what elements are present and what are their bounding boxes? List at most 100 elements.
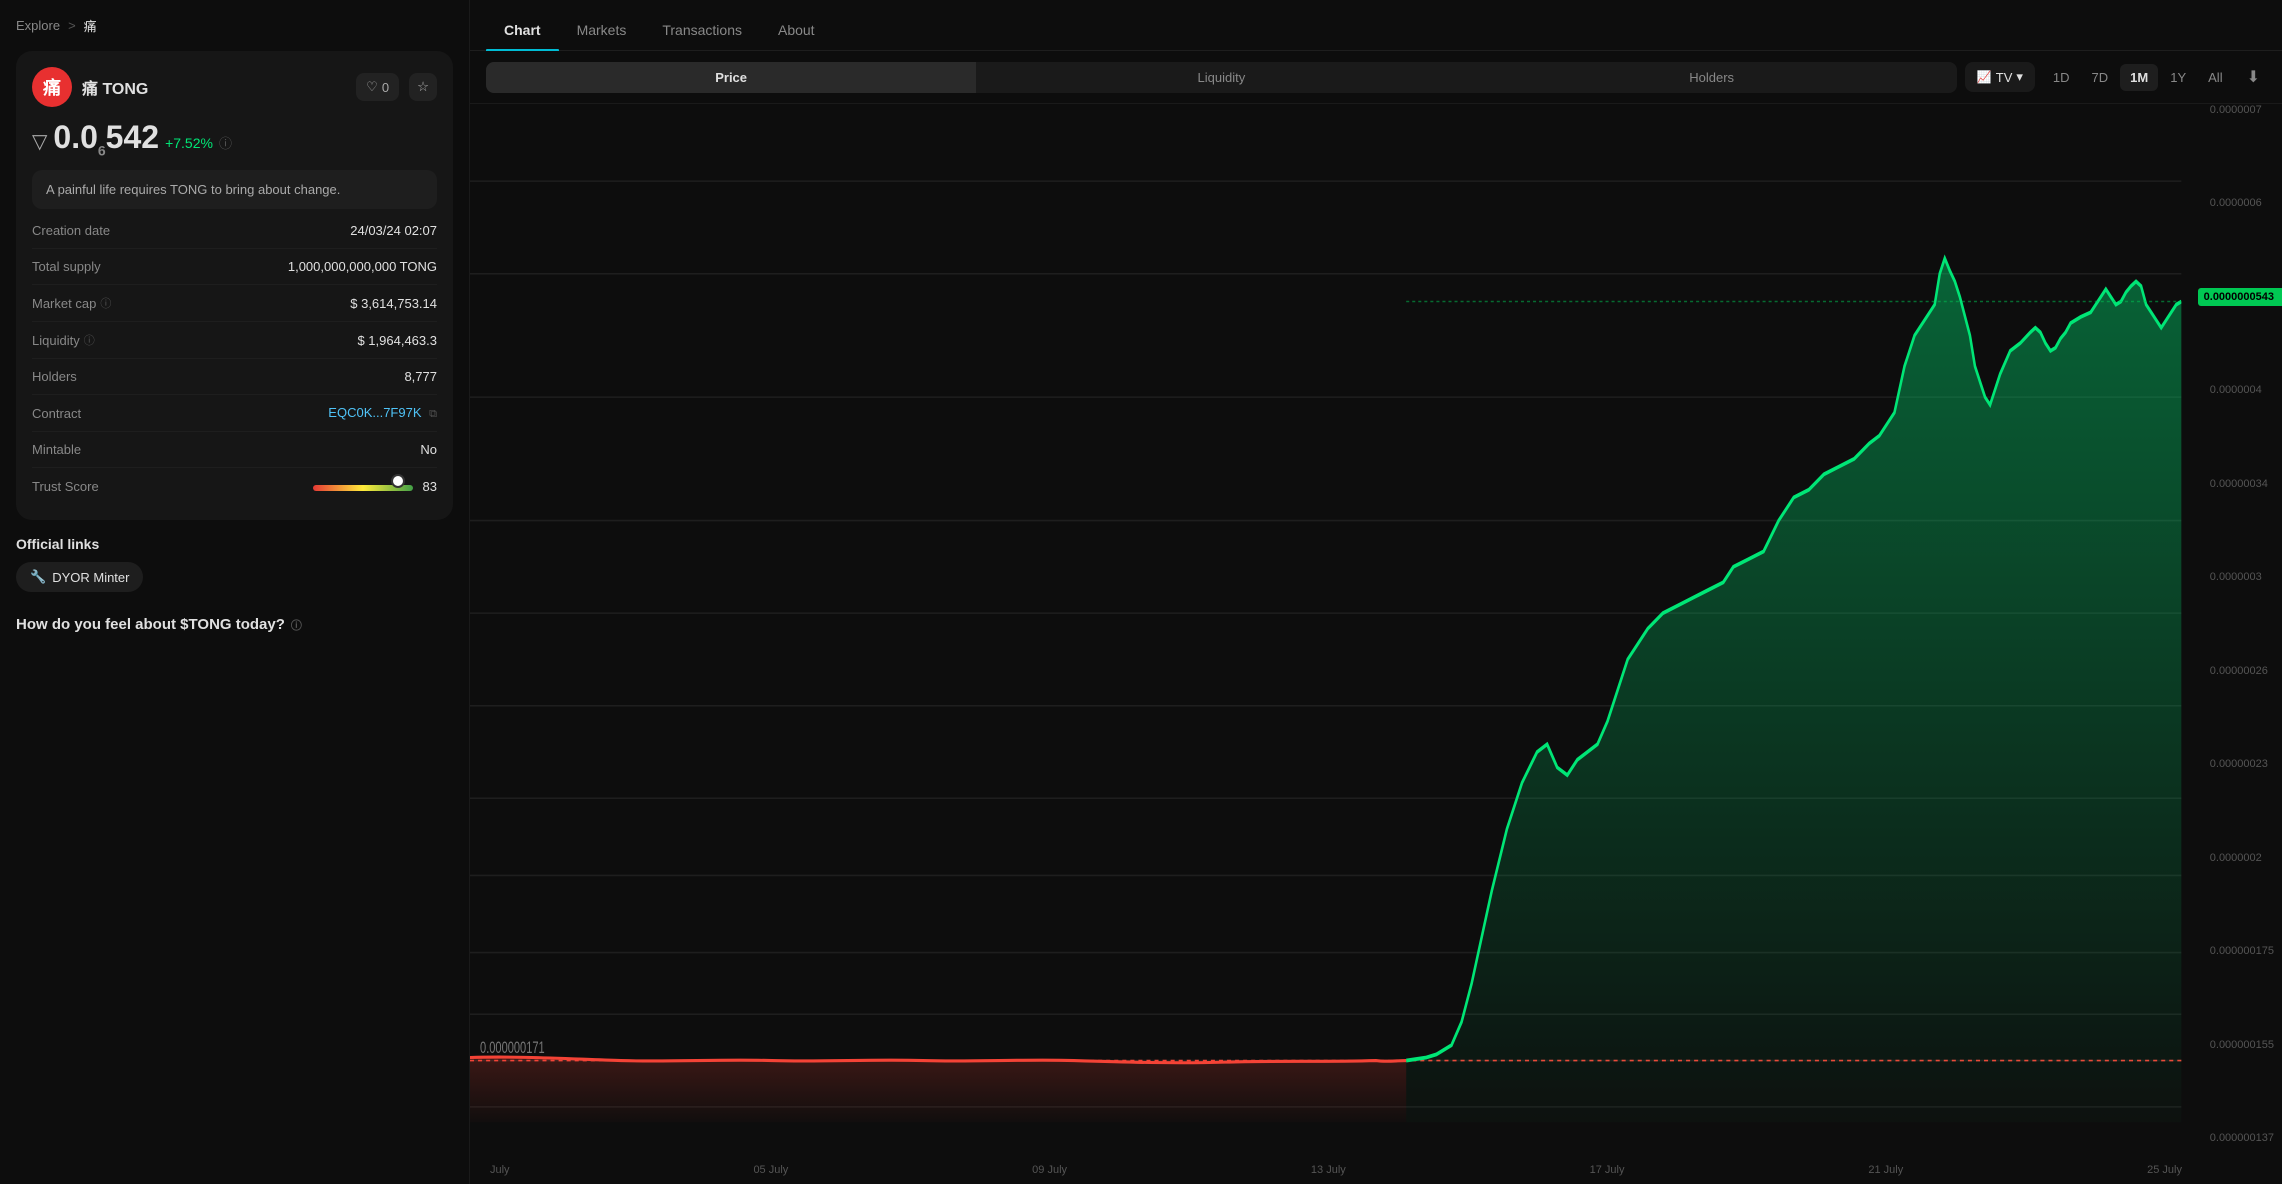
stat-value-contract[interactable]: EQC0K...7F97K ⧉ [328, 405, 437, 421]
tab-transactions[interactable]: Transactions [644, 12, 760, 50]
stat-value-liquidity: $ 1,964,463.3 [357, 333, 437, 348]
x-label-13july: 13 July [1311, 1164, 1346, 1176]
chart-type-group: Price Liquidity Holders [486, 62, 1957, 93]
time-btn-7d[interactable]: 7D [2082, 64, 2119, 91]
info-icon[interactable]: ⓘ [219, 133, 232, 152]
chart-type-holders[interactable]: Holders [1467, 62, 1957, 93]
star-button[interactable]: ☆ [409, 73, 437, 101]
official-links-title: Official links [16, 536, 453, 552]
token-logo: 痛 [32, 67, 72, 107]
time-btn-1m[interactable]: 1M [2120, 64, 2158, 91]
tool-icon: 🔧 [30, 569, 46, 585]
chart-type-price[interactable]: Price [486, 62, 976, 93]
download-icon: ⬇ [2247, 69, 2260, 86]
breadcrumb-explore[interactable]: Explore [16, 18, 60, 33]
token-actions: ♡ 0 ☆ [356, 73, 437, 101]
time-btn-all[interactable]: All [2198, 64, 2232, 91]
heart-icon: ♡ [366, 79, 378, 95]
tradingview-button[interactable]: 📈 TV ▾ [1965, 62, 2035, 92]
stat-row-mintable: Mintable No [32, 432, 437, 468]
token-card: 痛 痛 TONG ♡ 0 ☆ ▽ 0.06542 +7.52% ⓘ [16, 51, 453, 520]
x-label-25july: 25 July [2147, 1164, 2182, 1176]
dyor-label: DYOR Minter [52, 570, 129, 585]
tv-label: TV [1996, 70, 2013, 85]
stat-label-marketcap: Market cap ⓘ [32, 295, 111, 311]
x-label-09july: 09 July [1032, 1164, 1067, 1176]
stat-value-trust: 83 [423, 479, 437, 494]
time-btn-1y[interactable]: 1Y [2160, 64, 2196, 91]
price-main-text: 0.0 [53, 119, 97, 155]
time-btn-1d[interactable]: 1D [2043, 64, 2080, 91]
stat-label-supply: Total supply [32, 259, 101, 274]
copy-icon[interactable]: ⧉ [429, 408, 437, 420]
description-text: A painful life requires TONG to bring ab… [46, 182, 340, 197]
time-group: 1D 7D 1M 1Y All [2043, 64, 2233, 91]
chart-svg: 0.000000171 [470, 104, 2282, 1184]
heart-count: 0 [382, 80, 389, 95]
stat-label-trust: Trust Score [32, 479, 99, 494]
price-display: ▽ 0.06542 +7.52% ⓘ [32, 119, 437, 158]
stat-row-marketcap: Market cap ⓘ $ 3,614,753.14 [32, 285, 437, 322]
tab-chart[interactable]: Chart [486, 12, 559, 50]
stat-label-creation: Creation date [32, 223, 110, 238]
dyor-minter-button[interactable]: 🔧 DYOR Minter [16, 562, 143, 592]
token-header: 痛 痛 TONG ♡ 0 ☆ [32, 67, 437, 107]
price-change: +7.52% [165, 135, 213, 151]
tabs-bar: Chart Markets Transactions About [470, 0, 2282, 51]
stat-value-marketcap: $ 3,614,753.14 [350, 296, 437, 311]
price-sub: 6 [98, 142, 106, 158]
stat-row-holders: Holders 8,777 [32, 359, 437, 395]
trust-score-bar-container [313, 478, 413, 494]
tv-chevron-icon: ▾ [2016, 69, 2023, 85]
description-box: A painful life requires TONG to bring ab… [32, 170, 437, 209]
stat-label-mintable: Mintable [32, 442, 81, 457]
current-price-text: 0.0000000543 [2204, 291, 2274, 303]
left-panel: Explore > 痛 痛 痛 TONG ♡ 0 ☆ ▽ [0, 0, 470, 1184]
official-links-section: Official links 🔧 DYOR Minter [16, 536, 453, 592]
tv-logo: 📈 [1977, 70, 1992, 84]
heart-button[interactable]: ♡ 0 [356, 73, 399, 101]
sentiment-info-icon[interactable]: ⓘ [291, 617, 302, 633]
price-decimal: 542 [106, 119, 159, 155]
breadcrumb-separator: > [68, 18, 76, 33]
token-name: 痛 TONG [82, 75, 148, 99]
x-axis-labels: July 05 July 09 July 13 July 17 July 21 … [490, 1164, 2182, 1176]
sentiment-section: How do you feel about $TONG today? ⓘ [16, 604, 453, 645]
price-symbol: ▽ [32, 129, 47, 154]
chart-controls: Price Liquidity Holders 📈 TV ▾ 1D 7D 1M … [470, 51, 2282, 104]
stat-value-supply: 1,000,000,000,000 TONG [288, 259, 437, 274]
stat-label-liquidity: Liquidity ⓘ [32, 332, 95, 348]
sentiment-title-text: How do you feel about $TONG today? [16, 616, 285, 633]
trust-right: 83 [313, 478, 437, 494]
price-main: 0.06542 [53, 119, 159, 158]
stat-row-liquidity: Liquidity ⓘ $ 1,964,463.3 [32, 322, 437, 359]
x-label-17july: 17 July [1590, 1164, 1625, 1176]
stat-value-creation: 24/03/24 02:07 [350, 223, 437, 238]
stat-row-creation: Creation date 24/03/24 02:07 [32, 213, 437, 249]
x-label-05july: 05 July [753, 1164, 788, 1176]
stat-row-contract: Contract EQC0K...7F97K ⧉ [32, 395, 437, 432]
sentiment-title: How do you feel about $TONG today? ⓘ [16, 616, 453, 633]
stat-row-supply: Total supply 1,000,000,000,000 TONG [32, 249, 437, 285]
tab-about[interactable]: About [760, 12, 833, 50]
stat-label-holders: Holders [32, 369, 77, 384]
stat-row-trust: Trust Score 83 [32, 468, 437, 504]
star-icon: ☆ [417, 79, 429, 94]
breadcrumb-current: 痛 [84, 16, 97, 35]
breadcrumb: Explore > 痛 [16, 16, 453, 35]
right-panel: Chart Markets Transactions About Price L… [470, 0, 2282, 1184]
download-button[interactable]: ⬇ [2241, 61, 2266, 93]
token-stats: Creation date 24/03/24 02:07 Total suppl… [32, 213, 437, 504]
x-label-21july: 21 July [1868, 1164, 1903, 1176]
trust-score-thumb [391, 474, 405, 488]
stat-label-contract: Contract [32, 406, 81, 421]
chart-type-liquidity[interactable]: Liquidity [976, 62, 1466, 93]
current-price-badge: 0.0000000543 [2198, 288, 2282, 306]
liquidity-info-icon[interactable]: ⓘ [84, 332, 95, 348]
tab-markets[interactable]: Markets [559, 12, 645, 50]
stat-value-mintable: No [420, 442, 437, 457]
chart-area: 0.000000171 0.0000007 0.0000006 0.000000… [470, 104, 2282, 1184]
x-label-july: July [490, 1164, 510, 1176]
svg-text:0.000000171: 0.000000171 [480, 1039, 545, 1058]
marketcap-info-icon[interactable]: ⓘ [100, 295, 111, 311]
